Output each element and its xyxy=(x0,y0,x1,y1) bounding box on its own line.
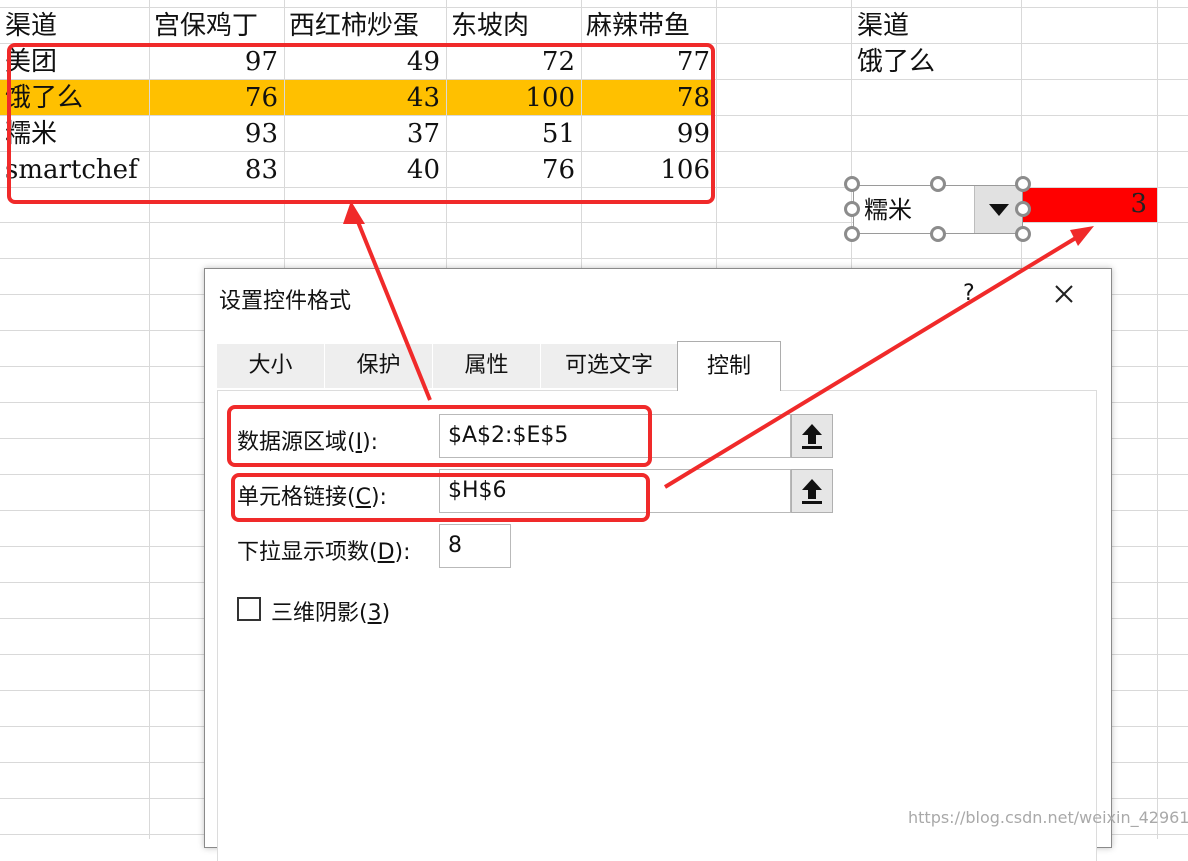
close-icon xyxy=(1055,285,1073,303)
help-button[interactable]: ? xyxy=(963,281,975,306)
tab-alt-text[interactable]: 可选文字 xyxy=(541,344,678,388)
value-cell[interactable]: 76 xyxy=(149,80,284,116)
value-cell[interactable]: 49 xyxy=(284,44,446,80)
label-suffix: ): xyxy=(394,540,411,565)
side-header-cell[interactable]: 渠道 xyxy=(852,8,1022,44)
resize-handle-bottom[interactable] xyxy=(930,226,946,242)
resize-handle-bottom-right[interactable] xyxy=(1015,226,1031,242)
channel-cell[interactable]: smartchef xyxy=(0,152,149,188)
control-panel: 数据源区域(I): $A$2:$E$5 单元格链接(C): $H$6 下拉显示项… xyxy=(217,390,1097,861)
access-key: D xyxy=(377,540,395,565)
header-channel[interactable]: 渠道 xyxy=(0,8,149,44)
value-cell[interactable]: 83 xyxy=(149,152,284,188)
header-dish-2[interactable]: 西红柿炒蛋 xyxy=(284,8,446,44)
value-cell[interactable]: 76 xyxy=(446,152,581,188)
label-text: 下拉显示项数( xyxy=(237,540,378,565)
value-cell[interactable]: 78 xyxy=(581,80,716,116)
value-cell[interactable]: 40 xyxy=(284,152,446,188)
resize-handle-top[interactable] xyxy=(930,176,946,192)
dropdown-lines-label: 下拉显示项数(D): xyxy=(237,534,411,566)
source-range-collapse-button[interactable] xyxy=(791,414,833,458)
tab-size[interactable]: 大小 xyxy=(217,344,325,388)
source-range-label: 数据源区域(I): xyxy=(237,424,378,456)
header-dish-1[interactable]: 宫保鸡丁 xyxy=(149,8,284,44)
label-suffix: ) xyxy=(381,601,391,626)
label-text: 单元格链接( xyxy=(237,485,356,510)
triangle-down-icon xyxy=(988,203,1009,216)
value-cell[interactable]: 99 xyxy=(581,116,716,152)
close-button[interactable] xyxy=(1047,277,1081,311)
dialog-title: 设置控件格式 xyxy=(219,289,352,314)
tab-protection[interactable]: 保护 xyxy=(325,344,433,388)
watermark: https://blog.csdn.net/weixin_42961082 xyxy=(908,808,1188,827)
tab-properties[interactable]: 属性 xyxy=(433,344,541,388)
value-cell[interactable]: 77 xyxy=(581,44,716,80)
format-control-dialog: 设置控件格式 ? 大小 保护 属性 可选文字 控制 数据源区域(I): $A$2… xyxy=(204,268,1112,861)
cell-link-collapse-button[interactable] xyxy=(791,469,833,513)
channel-cell[interactable]: 美团 xyxy=(0,44,149,80)
value-cell[interactable]: 100 xyxy=(446,80,581,116)
resize-handle-top-left[interactable] xyxy=(844,176,860,192)
arrow-up-icon xyxy=(802,479,822,504)
channel-cell[interactable]: 饿了么 xyxy=(0,80,149,116)
label-text: 三维阴影( xyxy=(271,601,368,626)
resize-handle-left[interactable] xyxy=(844,201,860,217)
shading-label: 三维阴影(3) xyxy=(271,595,390,627)
header-dish-3[interactable]: 东坡肉 xyxy=(446,8,581,44)
channel-cell[interactable]: 糯米 xyxy=(0,116,149,152)
arrow-up-icon xyxy=(802,424,822,449)
combo-selected-value: 糯米 xyxy=(864,196,912,224)
tab-bar: 大小 保护 属性 可选文字 控制 xyxy=(217,341,1097,391)
resize-handle-bottom-left[interactable] xyxy=(844,226,860,242)
resize-handle-right[interactable] xyxy=(1015,201,1031,217)
tab-control[interactable]: 控制 xyxy=(677,341,781,391)
resize-handle-top-right[interactable] xyxy=(1015,176,1031,192)
label-text: 数据源区域( xyxy=(237,430,356,455)
cell-link-label: 单元格链接(C): xyxy=(237,479,387,511)
access-key: 3 xyxy=(367,601,382,626)
side-value-cell[interactable]: 饿了么 xyxy=(852,44,1022,80)
dropdown-lines-input[interactable]: 8 xyxy=(439,524,511,568)
value-cell[interactable]: 97 xyxy=(149,44,284,80)
label-suffix: ): xyxy=(362,430,379,455)
label-suffix: ): xyxy=(370,485,387,510)
header-dish-4[interactable]: 麻辣带鱼 xyxy=(581,8,716,44)
access-key: C xyxy=(355,485,371,510)
value-cell[interactable]: 72 xyxy=(446,44,581,80)
value-cell[interactable]: 37 xyxy=(284,116,446,152)
value-cell[interactable]: 43 xyxy=(284,80,446,116)
source-range-input[interactable]: $A$2:$E$5 xyxy=(439,414,791,458)
value-cell[interactable]: 51 xyxy=(446,116,581,152)
cell-link-input[interactable]: $H$6 xyxy=(439,469,791,513)
shading-checkbox[interactable] xyxy=(237,597,261,621)
value-cell[interactable]: 93 xyxy=(149,116,284,152)
value-cell[interactable]: 106 xyxy=(581,152,716,188)
linked-cell-value: 3 xyxy=(1130,189,1147,219)
